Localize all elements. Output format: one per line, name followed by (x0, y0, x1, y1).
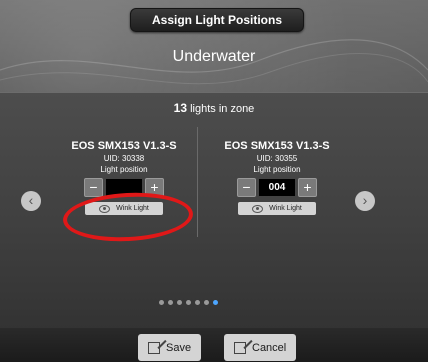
page-dot[interactable] (204, 300, 209, 305)
next-arrow-button[interactable]: › (355, 191, 375, 211)
edit-icon (148, 341, 160, 354)
page-dot[interactable] (213, 300, 218, 305)
decrement-button[interactable]: − (237, 178, 256, 197)
fixture-name: EOS SMX153 V1.3-S (224, 140, 330, 152)
page-indicator (159, 300, 218, 305)
eye-icon (252, 204, 264, 213)
fixture-uid: UID: 30355 (256, 154, 298, 163)
screen-title: Assign Light Positions (130, 8, 304, 32)
page-dot[interactable] (195, 300, 200, 305)
edit-icon (234, 341, 246, 354)
increment-button[interactable]: + (298, 178, 317, 197)
page-dot[interactable] (168, 300, 173, 305)
save-button[interactable]: Save (138, 334, 202, 361)
cancel-label: Cancel (252, 341, 287, 354)
bottom-bar (0, 328, 428, 362)
zone-name: Underwater (172, 48, 256, 65)
page-dot[interactable] (186, 300, 191, 305)
wink-light-button[interactable]: Wink Light (238, 202, 316, 215)
light-position-label: Light position (253, 165, 301, 174)
lights-count: 13 lights in zone (0, 101, 428, 115)
cancel-button[interactable]: Cancel (224, 334, 297, 361)
light-position-value[interactable]: 004 (259, 179, 295, 196)
wink-light-label: Wink Light (269, 205, 302, 212)
page-dot[interactable] (177, 300, 182, 305)
page-dot[interactable] (159, 300, 164, 305)
decrement-button[interactable]: − (84, 178, 103, 197)
lights-count-number: 13 (173, 101, 188, 115)
previous-arrow-button[interactable]: ‹ (21, 191, 41, 211)
light-position-stepper: − 004 + (187, 178, 367, 197)
save-label: Save (166, 341, 192, 354)
lights-count-suffix: lights in zone (190, 103, 255, 115)
fixture-card: EOS SMX153 V1.3-S UID: 30355 Light posit… (187, 140, 367, 215)
